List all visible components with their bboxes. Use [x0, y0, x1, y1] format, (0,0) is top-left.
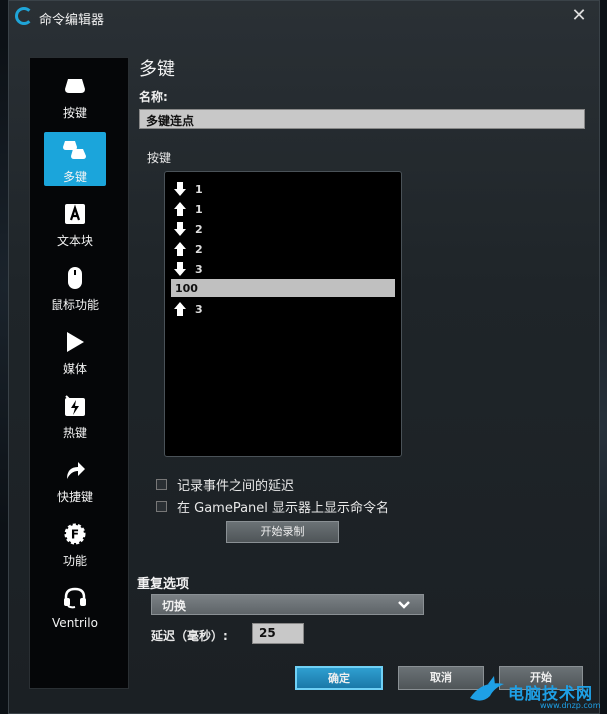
name-field[interactable]: 多键连点 [139, 109, 585, 129]
play-icon [63, 330, 87, 354]
name-label: 名称: [139, 90, 168, 104]
key-sequence-list[interactable]: 1 1 2 2 3 100 3 [164, 171, 402, 457]
text-block-icon [63, 202, 87, 226]
gamepanel-option[interactable]: 在 GamePanel 显示器上显示命令名 [156, 497, 389, 516]
sidebar-item-ventrilo[interactable]: Ventrilo [44, 580, 106, 634]
sidebar-item-hotkey[interactable]: 热键 [44, 388, 106, 442]
multi-key-icon [63, 138, 87, 162]
arrow-up-icon [174, 242, 186, 256]
command-type-sidebar: 按键 多键 文本块 鼠标功能 媒体 热键 快捷键 F 功能 Ventrilo [29, 57, 129, 689]
record-delay-checkbox[interactable] [156, 479, 167, 490]
ok-button[interactable]: 确定 [295, 666, 383, 690]
function-icon: F [63, 522, 87, 546]
arrow-down-icon [174, 262, 186, 276]
arrow-up-icon [174, 202, 186, 216]
list-item[interactable]: 3 [173, 260, 203, 278]
svg-text:F: F [71, 528, 79, 542]
list-item[interactable]: 3 [173, 300, 203, 318]
repeat-options-label: 重复选项 [137, 577, 190, 592]
delay-ms-field[interactable]: 25 [252, 623, 304, 644]
sidebar-item-function[interactable]: F 功能 [44, 516, 106, 570]
sidebar-item-shortcut[interactable]: 快捷键 [44, 452, 106, 506]
delay-entry-field[interactable]: 100 [171, 279, 395, 297]
arrow-down-icon [174, 222, 186, 236]
sidebar-item-text-block[interactable]: 文本块 [44, 196, 106, 250]
list-item[interactable]: 1 [173, 180, 203, 198]
arrow-up-icon [174, 302, 186, 316]
site-watermark: 电脑技术网 www.dnzp.com [468, 670, 607, 714]
close-button[interactable]: ✕ [569, 6, 589, 26]
logitech-logo-icon [15, 7, 33, 25]
start-recording-button[interactable]: 开始录制 [226, 521, 339, 543]
list-item[interactable]: 2 [173, 240, 203, 258]
sidebar-item-mouse-function[interactable]: 鼠标功能 [44, 260, 106, 314]
title-bar: 命令编辑器 ✕ [9, 1, 599, 33]
record-delay-option[interactable]: 记录事件之间的延迟 [156, 475, 294, 494]
list-item[interactable]: 2 [173, 220, 203, 238]
hotkey-icon [63, 394, 87, 418]
chevron-down-icon [398, 601, 410, 609]
headset-icon [63, 586, 87, 610]
key-icon [63, 74, 87, 98]
repeat-options-dropdown[interactable]: 切换 [151, 594, 424, 615]
arrow-down-icon [174, 182, 186, 196]
page-title: 多键 [139, 59, 175, 80]
keys-label: 按键 [147, 151, 172, 165]
gamepanel-checkbox[interactable] [156, 501, 167, 512]
sidebar-item-media[interactable]: 媒体 [44, 324, 106, 378]
mouse-icon [63, 266, 87, 290]
sidebar-item-keystroke[interactable]: 按键 [44, 68, 106, 122]
sidebar-item-multikey[interactable]: 多键 [44, 132, 106, 186]
command-editor-dialog: 命令编辑器 ✕ 按键 多键 文本块 鼠标功能 媒体 热键 快捷键 F 功能 Ve… [8, 0, 600, 714]
window-title: 命令编辑器 [39, 13, 105, 28]
shark-logo-icon [470, 676, 504, 701]
list-item[interactable]: 1 [173, 200, 203, 218]
delay-label: 延迟（毫秒）: [151, 629, 228, 643]
shortcut-arrow-icon [63, 458, 87, 482]
